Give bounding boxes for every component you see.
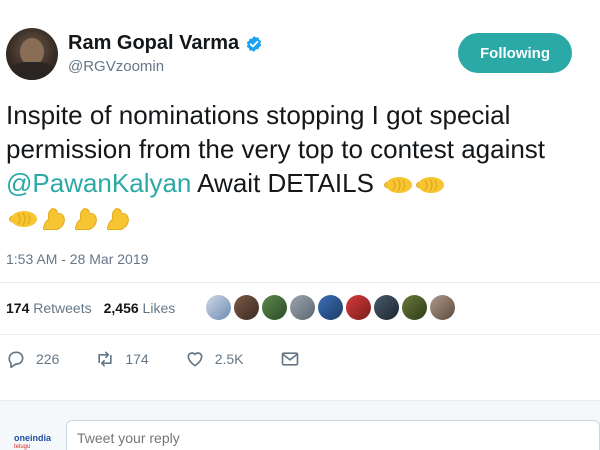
liker-avatar[interactable] — [374, 295, 399, 320]
tweet-timestamp[interactable]: 1:53 AM - 28 Mar 2019 — [6, 251, 148, 267]
tweet-actions: 226 174 2.5K — [6, 349, 336, 369]
left-facing-fist-icon — [416, 177, 445, 194]
tweet-text: Inspite of nominations stopping I got sp… — [6, 98, 596, 234]
flexed-biceps-icon — [43, 208, 65, 231]
left-facing-fist-icon — [9, 211, 37, 228]
liker-avatars — [206, 295, 455, 320]
divider-top — [0, 282, 600, 283]
following-button[interactable]: Following — [458, 33, 572, 73]
liker-avatar[interactable] — [262, 295, 287, 320]
liker-avatar[interactable] — [234, 295, 259, 320]
watermark-brand: oneindia — [14, 433, 52, 443]
retweet-icon — [98, 351, 113, 367]
reply-input[interactable] — [66, 420, 600, 450]
reply-icon — [8, 351, 24, 369]
flexed-biceps-icon — [75, 208, 97, 231]
tweet-text-part2: Await DETAILS — [191, 168, 382, 198]
reply-action[interactable]: 226 — [6, 349, 59, 369]
oneindia-watermark: oneindia telugu — [14, 434, 51, 450]
left-facing-fist-icon — [384, 177, 413, 194]
liker-avatar[interactable] — [346, 295, 371, 320]
avatar-body — [10, 62, 54, 80]
retweet-action[interactable]: 174 — [95, 349, 149, 369]
liker-avatar[interactable] — [206, 295, 231, 320]
heart-icon — [187, 352, 203, 367]
verified-badge-icon — [247, 35, 262, 52]
liker-avatar[interactable] — [318, 295, 343, 320]
direct-message-action[interactable] — [280, 349, 300, 369]
retweets-label: Retweets — [33, 300, 92, 316]
reply-count: 226 — [36, 351, 60, 367]
likes-label: Likes — [142, 300, 176, 316]
liker-avatar[interactable] — [290, 295, 315, 320]
author-avatar[interactable] — [6, 28, 58, 80]
author-name-row: Ram Gopal Varma — [68, 32, 263, 55]
tweet-text-part1: Inspite of nominations stopping I got sp… — [6, 100, 546, 164]
divider-middle — [0, 334, 600, 335]
liker-avatar[interactable] — [430, 295, 455, 320]
likes-count: 2,456 — [103, 300, 139, 316]
engagement-stats: 174 Retweets 2,456 Likes — [6, 300, 175, 316]
author-display-name[interactable]: Ram Gopal Varma — [68, 32, 239, 55]
retweets-stat[interactable]: 174 Retweets — [6, 300, 92, 316]
retweets-count: 174 — [6, 300, 30, 316]
divider-bottom — [0, 400, 600, 401]
retweet-count: 174 — [125, 351, 149, 367]
like-count: 2.5K — [214, 351, 244, 367]
liker-avatar[interactable] — [402, 295, 427, 320]
envelope-icon — [281, 352, 298, 366]
like-action[interactable]: 2.5K — [185, 349, 244, 369]
likes-stat[interactable]: 2,456 Likes — [104, 300, 176, 316]
flexed-biceps-icon — [107, 208, 129, 231]
watermark-sub: telugu — [14, 444, 31, 450]
mention-link[interactable]: @PawanKalyan — [6, 168, 191, 198]
author-handle[interactable]: @RGVzoomin — [68, 58, 164, 75]
